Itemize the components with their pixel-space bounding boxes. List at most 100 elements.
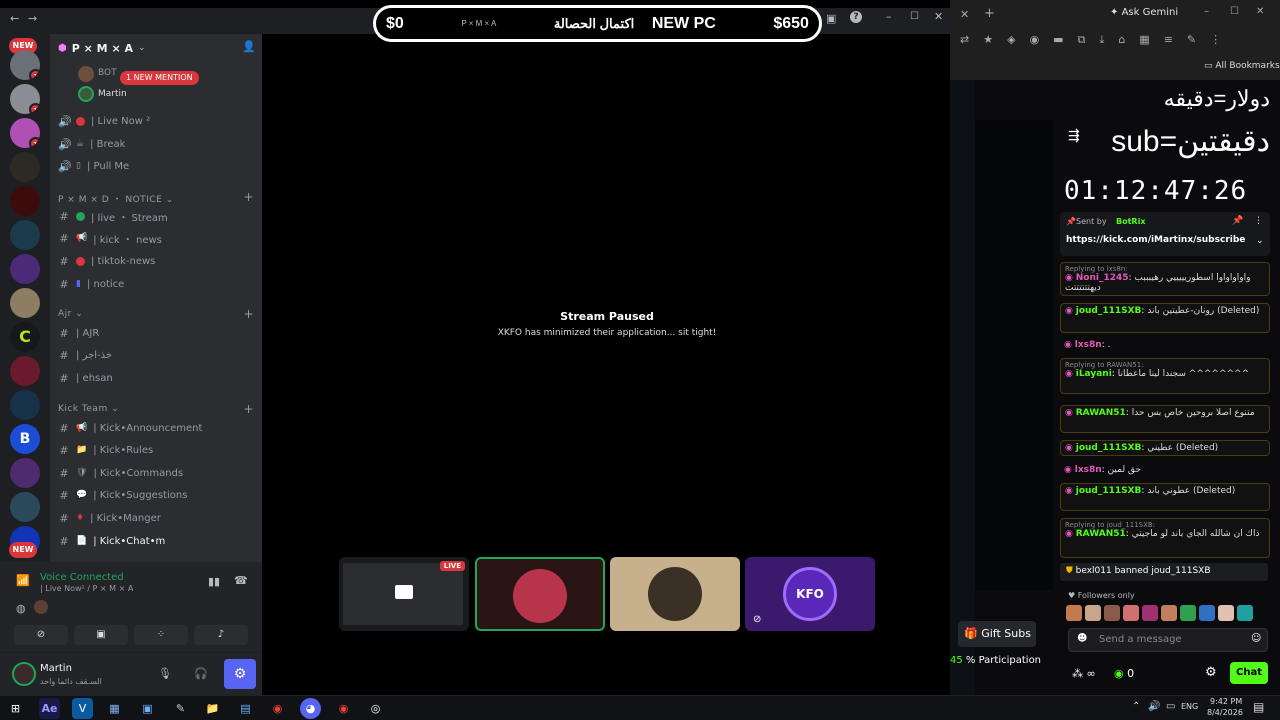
translate-icon[interactable]: ⇄ bbox=[960, 33, 969, 51]
chat-message[interactable]: ◉ RAWAN51: متنوع اصلا بروحين خاص بس حدا bbox=[1060, 405, 1270, 433]
chat-send-button[interactable]: Chat bbox=[1230, 662, 1268, 684]
maximize-icon[interactable]: ☐ bbox=[910, 11, 919, 22]
mention-pill[interactable]: 1 NEW MENTION bbox=[120, 71, 199, 85]
chat-message[interactable]: ◉ lxs8n: . bbox=[1060, 338, 1270, 352]
reply-context[interactable]: Replying to joud_111SXB: bbox=[1065, 521, 1265, 529]
channel-ajr[interactable]: # | AJR bbox=[58, 323, 258, 343]
tab-close-icon[interactable]: ✕ bbox=[960, 8, 969, 21]
more-icon[interactable]: ⋮ bbox=[1254, 216, 1263, 226]
smile-icon[interactable]: ☻ bbox=[1077, 633, 1087, 644]
menu-icon[interactable]: ⋮ bbox=[1210, 33, 1221, 51]
participant-tile[interactable]: KFO ⊘ bbox=[745, 557, 875, 631]
chat-username[interactable]: Noni_1245 bbox=[1076, 273, 1129, 283]
channel-points[interactable]: ◉ 0 bbox=[1114, 667, 1134, 680]
add-channel-icon[interactable]: + bbox=[243, 190, 254, 204]
reply-context[interactable]: Replying to lxs8n: bbox=[1065, 265, 1265, 273]
chat-settings-icon[interactable]: ⇶ bbox=[1068, 128, 1080, 144]
server-icon[interactable] bbox=[10, 254, 40, 284]
voice-member-name[interactable]: BOT bbox=[98, 68, 117, 78]
discord-icon[interactable]: ◕ bbox=[300, 698, 321, 719]
extension-icon[interactable]: ◉ bbox=[1030, 33, 1040, 51]
extension-icon[interactable]: ⌂ bbox=[1118, 33, 1125, 51]
extension-icon[interactable]: ≡ bbox=[1164, 33, 1173, 51]
noise-suppression-icon[interactable]: ▮▮ bbox=[208, 575, 220, 588]
channel-kick-commands[interactable]: # 🛡 | Kick•Commands bbox=[58, 463, 258, 483]
windows-start-icon[interactable]: ⊞ bbox=[5, 698, 26, 719]
chat-username[interactable]: lxs8n bbox=[1075, 340, 1102, 350]
user-name[interactable]: Martin bbox=[40, 663, 72, 674]
puzzle-icon[interactable]: ⧉ bbox=[1078, 33, 1086, 51]
server-icon[interactable] bbox=[10, 152, 40, 182]
server-icon[interactable] bbox=[10, 458, 40, 488]
add-friend-icon[interactable]: 👤 bbox=[242, 40, 256, 53]
stream-view[interactable]: Stream Paused XKFO has minimized their a… bbox=[264, 34, 950, 695]
emote-icon[interactable] bbox=[1104, 605, 1120, 621]
server-icon[interactable]: 1 bbox=[10, 118, 40, 148]
server-icon[interactable] bbox=[10, 390, 40, 420]
server-icon[interactable]: C bbox=[10, 322, 40, 352]
pinned-link[interactable]: https://kick.com/iMartinx/subscribe bbox=[1066, 235, 1245, 245]
infinity-points[interactable]: ⁂ ∞ bbox=[1072, 667, 1096, 680]
server-icon[interactable]: B bbox=[10, 424, 40, 454]
voice-channel-break[interactable]: 🔊 ☕ | Break bbox=[58, 134, 258, 154]
edit-icon[interactable]: ✎ bbox=[1187, 33, 1196, 51]
add-channel-icon[interactable]: + bbox=[243, 402, 254, 416]
channel-khuth-ajr[interactable]: # | خذ-اجر bbox=[58, 345, 258, 365]
maximize-icon[interactable]: ☐ bbox=[1230, 6, 1239, 17]
add-channel-icon[interactable]: + bbox=[243, 307, 254, 321]
network-icon[interactable]: ▭ bbox=[1166, 701, 1175, 712]
reply-context[interactable]: Replying to RAWAN51: bbox=[1065, 361, 1265, 369]
emote-icon[interactable] bbox=[1180, 605, 1196, 621]
bookmark-star-icon[interactable]: ★ bbox=[983, 33, 993, 51]
chat-settings-gear-icon[interactable]: ⚙ bbox=[1205, 665, 1217, 680]
channel-kick-news[interactable]: # 📢 | kick ・ news bbox=[58, 228, 258, 248]
forward-arrow-icon[interactable]: → bbox=[28, 12, 37, 25]
emote-icon[interactable] bbox=[1123, 605, 1139, 621]
clock-time[interactable]: 9:42 PM bbox=[1210, 697, 1242, 706]
extension-icon[interactable]: ▦ bbox=[1139, 33, 1149, 51]
emote-icon[interactable] bbox=[1199, 605, 1215, 621]
chrome-icon[interactable]: ◉ bbox=[267, 698, 288, 719]
category-ajr[interactable]: Ajr ⌄ + bbox=[58, 307, 258, 321]
chat-message[interactable]: ◉ joud_111SXB: رونان-عطيتين باند (Delete… bbox=[1060, 303, 1270, 333]
send-message-input[interactable]: ☻ Send a message ☺ bbox=[1068, 628, 1268, 652]
emote-icon[interactable] bbox=[1142, 605, 1158, 621]
chat-username[interactable]: joud_111SXB bbox=[1076, 306, 1142, 316]
language-indicator[interactable]: ENG bbox=[1181, 702, 1198, 711]
chat-username[interactable]: RAWAN51 bbox=[1076, 529, 1126, 539]
server-icon[interactable] bbox=[10, 186, 40, 216]
tool-icon[interactable]: ✎ bbox=[170, 698, 191, 719]
tray-chevron-icon[interactable]: ⌃ bbox=[1132, 701, 1140, 712]
all-bookmarks-link[interactable]: ▭ All Bookmarks bbox=[1204, 61, 1280, 71]
speaker-icon[interactable]: 🔊 bbox=[1148, 701, 1160, 712]
after-effects-icon[interactable]: Ae bbox=[39, 698, 60, 719]
extension-icon[interactable]: ◈ bbox=[1007, 33, 1015, 51]
server-icon[interactable]: 1 bbox=[10, 84, 40, 114]
emote-icon[interactable] bbox=[1085, 605, 1101, 621]
participant-tile[interactable] bbox=[475, 557, 605, 631]
emote-icon[interactable] bbox=[1218, 605, 1234, 621]
vscode-icon[interactable]: V bbox=[72, 698, 93, 719]
channel-kick-chat[interactable]: # 📄 | Kick•Chat•m bbox=[58, 531, 258, 551]
channel-live-stream[interactable]: # | live ・ Stream bbox=[58, 206, 258, 226]
microphone-icon[interactable]: 🎙 bbox=[158, 667, 172, 680]
channel-kick-suggestions[interactable]: # 💬 | Kick•Suggestions bbox=[58, 485, 258, 505]
chat-username[interactable]: joud_111SXB bbox=[1076, 486, 1142, 496]
help-icon[interactable]: ? bbox=[850, 11, 862, 23]
pinned-message[interactable]: 📌 Sent by BotRix 📌 ⋮ https://kick.com/iM… bbox=[1060, 212, 1270, 256]
voice-channel-pull-me[interactable]: 🔊 ▯ | Pull Me bbox=[58, 156, 258, 176]
category-notice[interactable]: P × M × D ・ NOTICE ⌄ + bbox=[58, 190, 258, 205]
headphones-icon[interactable]: 🎧 bbox=[194, 667, 208, 680]
activities-button[interactable]: ⁘ bbox=[134, 625, 188, 645]
server-icon[interactable] bbox=[10, 288, 40, 318]
close-icon[interactable]: ✕ bbox=[934, 10, 943, 23]
chat-message[interactable]: ◉ joud_111SXB: عطيني (Deleted) bbox=[1060, 440, 1270, 456]
chrome-icon[interactable]: ◉ bbox=[333, 698, 354, 719]
channel-notice[interactable]: # ▮ | notice bbox=[58, 274, 258, 294]
unpin-icon[interactable]: 📌 bbox=[1232, 216, 1243, 226]
file-explorer-icon[interactable]: 📁 bbox=[202, 698, 223, 719]
soundboard-button[interactable]: ♪ bbox=[194, 625, 248, 645]
server-icon[interactable] bbox=[10, 492, 40, 522]
chat-username[interactable]: joud_111SXB bbox=[1076, 443, 1142, 453]
server-icon[interactable] bbox=[10, 220, 40, 250]
